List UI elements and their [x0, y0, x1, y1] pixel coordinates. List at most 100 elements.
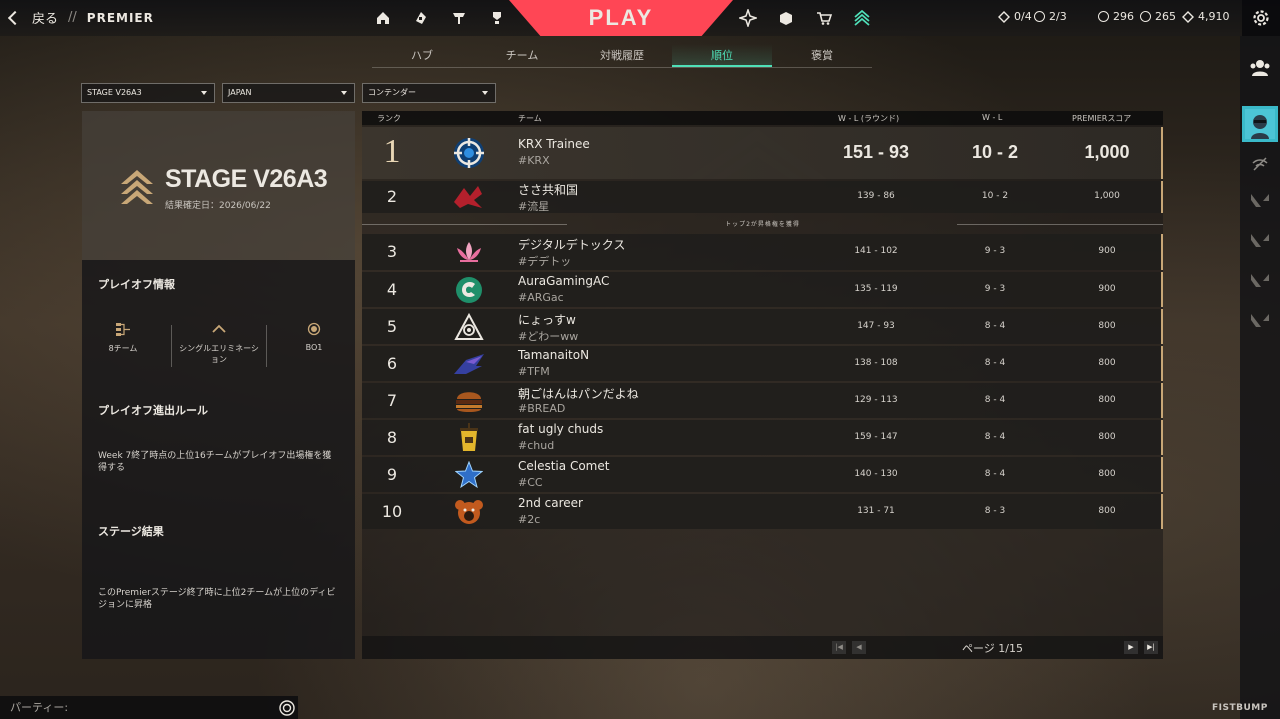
table-row[interactable]: 10 2nd career #2c 131 - 71 8 - 3 800	[362, 494, 1163, 529]
region-select-value: JAPAN	[228, 88, 252, 97]
radianite-points[interactable]: 265	[1140, 10, 1176, 23]
radianite-amount: 265	[1155, 10, 1176, 23]
party-voice-icon[interactable]	[278, 699, 296, 717]
vp-amount: 296	[1113, 10, 1134, 23]
table-row[interactable]: 1 KRX Trainee #KRX 151 - 93 10 - 2 1,000	[362, 127, 1163, 179]
collection-icon[interactable]	[738, 8, 758, 28]
rounds-cell: 139 - 86	[857, 191, 895, 201]
rounds-cell: 129 - 113	[854, 394, 898, 405]
playoff-rules-text: Week 7終了時点の上位16チームがプレイオフ出場権を獲得する	[98, 451, 332, 473]
table-row[interactable]: 6 TamanaitoN #TFM 138 - 108 8 - 4 800	[362, 346, 1163, 381]
career-icon[interactable]	[449, 8, 469, 28]
team-name: 朝ごはんはパンだよね	[518, 386, 639, 401]
rounds-cell: 147 - 93	[857, 320, 895, 331]
last-page-button[interactable]: ▶|	[1144, 641, 1158, 654]
rounds-cell: 140 - 130	[854, 468, 898, 479]
rounds-cell: 159 - 147	[854, 431, 898, 442]
tab-0[interactable]: ハブ	[372, 44, 472, 67]
wl-cell: 8 - 4	[984, 468, 1006, 479]
valorant-icon	[1251, 234, 1269, 247]
series-dot-icon	[307, 322, 321, 336]
player-avatar[interactable]	[1242, 106, 1278, 142]
rank-cell: 2	[386, 187, 398, 206]
table-row[interactable]: 2 ささ共和国 #流星 139 - 86 10 - 2 1,000	[362, 181, 1163, 213]
elimination-icon	[212, 324, 226, 333]
score-cell: 900	[1098, 246, 1116, 256]
stage-card: STAGE V26A3 結果確定日：2026/06/22	[82, 111, 355, 260]
team-name: にょっすw	[518, 312, 576, 327]
valorant-points[interactable]: 296	[1098, 10, 1134, 23]
kingdom-credits[interactable]: 4,910	[1182, 10, 1230, 23]
table-row[interactable]: 8 fat ugly chuds #chud 159 - 147 8 - 4 800	[362, 420, 1163, 455]
friend-slot-4[interactable]	[1242, 302, 1278, 338]
score-cell: 900	[1098, 283, 1116, 294]
table-row[interactable]: 7 朝ごはんはパンだよね #BREAD 129 - 113 8 - 4 800	[362, 383, 1163, 418]
agents-icon[interactable]	[411, 8, 431, 28]
table-row[interactable]: 4 AuraGamingAC #ARGac 135 - 119 9 - 3 900	[362, 272, 1163, 307]
rounds-cell: 151 - 93	[842, 142, 910, 162]
kingdom-credit-icon	[1182, 10, 1194, 23]
weekly-missions[interactable]: 2/3	[1034, 10, 1067, 23]
play-button[interactable]: PLAY	[509, 0, 733, 36]
chevron-left-icon	[7, 10, 23, 25]
team-name: KRX Trainee	[518, 137, 590, 151]
region-select[interactable]: JAPAN	[222, 83, 355, 103]
rank-cell: 5	[386, 316, 398, 336]
friend-slot-1[interactable]	[1242, 182, 1278, 218]
tab-2[interactable]: 対戦履歴	[572, 44, 672, 67]
table-row[interactable]: 5 にょっすw #どわーww 147 - 93 8 - 4 800	[362, 309, 1163, 344]
next-page-button[interactable]: ▶	[1124, 641, 1138, 654]
stage-results-heading: ステージ結果	[98, 525, 164, 538]
team-name: AuraGamingAC	[518, 273, 610, 288]
tab-4[interactable]: 褒賞	[772, 44, 872, 67]
vp-icon	[1098, 11, 1109, 22]
prev-page-button[interactable]: ◀	[852, 641, 866, 654]
playoff-series: BO1	[294, 320, 334, 352]
valorant-icon	[1251, 274, 1269, 287]
rank-cell: 4	[386, 279, 398, 299]
bear-logo	[452, 495, 486, 529]
score-cell: 800	[1098, 394, 1116, 405]
battlepass-icon[interactable]	[487, 8, 507, 28]
first-page-button[interactable]: |◀	[832, 641, 846, 654]
rounds-cell: 141 - 102	[854, 246, 898, 256]
settings-button[interactable]	[1242, 0, 1280, 36]
playoff-series-label: BO1	[305, 343, 323, 352]
bundle-icon[interactable]	[776, 8, 796, 28]
store-cart-icon[interactable]	[814, 8, 834, 28]
triangle-eye-logo	[452, 310, 486, 344]
results-date: 結果確定日：2026/06/22	[165, 201, 271, 211]
page-indicator: ページ 1/15	[962, 642, 1023, 655]
rounds-cell: 135 - 119	[854, 283, 898, 294]
rank-cell: 6	[386, 353, 398, 373]
friends-icon	[1250, 60, 1270, 76]
tab-1[interactable]: チーム	[472, 44, 572, 67]
daily-missions[interactable]: 0/4	[998, 10, 1032, 23]
breadcrumb-section: PREMIER	[86, 10, 154, 25]
back-button[interactable]: 戻る // PREMIER	[7, 8, 154, 27]
premier-chevron-logo	[121, 170, 153, 204]
party-status-button[interactable]	[1242, 146, 1278, 182]
daily-missions-count: 0/4	[1014, 10, 1032, 23]
score-cell: 1,000	[1084, 142, 1130, 162]
friends-button[interactable]	[1242, 50, 1278, 86]
wl-cell: 9 - 3	[984, 246, 1006, 256]
team-name: fat ugly chuds	[518, 421, 604, 436]
team-name: ささ共和国	[518, 183, 579, 197]
kingdom-credits-amount: 4,910	[1198, 10, 1230, 23]
rank-cell: 10	[381, 501, 403, 521]
team-name: 2nd career	[518, 495, 583, 510]
table-row[interactable]: 3 デジタルデトックス #デデトッ 141 - 102 9 - 3 900	[362, 234, 1163, 270]
table-row[interactable]: 9 Celestia Comet #CC 140 - 130 8 - 4 800	[362, 457, 1163, 492]
stage-select[interactable]: STAGE V26A3	[81, 83, 215, 103]
friend-slot-3[interactable]	[1242, 262, 1278, 298]
score-cell: 800	[1098, 357, 1116, 368]
tab-3[interactable]: 順位	[672, 44, 772, 67]
rounds-header: W - L (ラウンド)	[838, 114, 900, 123]
premier-icon[interactable]	[852, 8, 872, 28]
party-chat-input[interactable]: パーティー:	[0, 696, 298, 719]
division-select[interactable]: コンテンダー	[362, 83, 496, 103]
team-tag: #デデトッ	[518, 255, 572, 268]
home-icon[interactable]	[373, 8, 393, 28]
friend-slot-2[interactable]	[1242, 222, 1278, 258]
